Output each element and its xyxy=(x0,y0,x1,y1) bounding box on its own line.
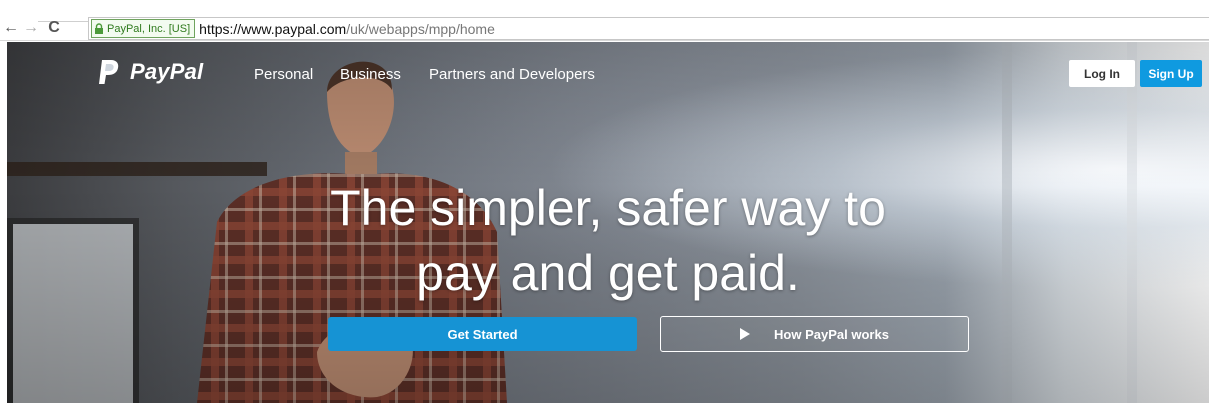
login-button[interactable]: Log In xyxy=(1069,60,1135,87)
hero-section: PayPal Personal Business Partners and De… xyxy=(7,42,1209,403)
ev-certificate-label: PayPal, Inc. [US] xyxy=(107,22,191,35)
paypal-p-icon xyxy=(99,60,119,84)
lock-icon xyxy=(95,22,103,34)
how-paypal-works-label: How PayPal works xyxy=(774,326,889,342)
get-started-button[interactable]: Get Started xyxy=(328,317,637,351)
browser-toolbar: ← → C PayPal, Inc. [US] https://www.payp… xyxy=(0,16,1209,41)
headline-line-1: The simpler, safer way to xyxy=(330,180,886,236)
browser-window: ← → C PayPal, Inc. [US] https://www.payp… xyxy=(0,0,1209,403)
url-text: https://www.paypal.com/uk/webapps/mpp/ho… xyxy=(199,21,495,37)
ev-certificate-badge[interactable]: PayPal, Inc. [US] xyxy=(91,19,196,38)
url-host: https://www.paypal.com xyxy=(199,20,347,37)
hero-headline: The simpler, safer way to pay and get pa… xyxy=(7,176,1209,306)
forward-arrow-icon[interactable]: → xyxy=(22,16,40,40)
url-path: /uk/webapps/mpp/home xyxy=(346,20,495,37)
signup-button[interactable]: Sign Up xyxy=(1140,60,1202,87)
back-arrow-icon[interactable]: ← xyxy=(2,16,20,40)
how-paypal-works-button[interactable]: How PayPal works xyxy=(660,316,969,352)
paypal-logo[interactable]: PayPal xyxy=(97,59,203,85)
logo-wordmark: PayPal xyxy=(130,59,204,84)
nav-personal[interactable]: Personal xyxy=(254,66,313,83)
headline-line-2: pay and get paid. xyxy=(416,245,800,301)
address-bar[interactable]: PayPal, Inc. [US] https://www.paypal.com… xyxy=(88,17,1209,40)
reload-icon[interactable]: C xyxy=(44,16,64,40)
nav-business[interactable]: Business xyxy=(340,66,401,83)
play-icon xyxy=(740,328,751,340)
nav-partners-developers[interactable]: Partners and Developers xyxy=(429,66,595,83)
